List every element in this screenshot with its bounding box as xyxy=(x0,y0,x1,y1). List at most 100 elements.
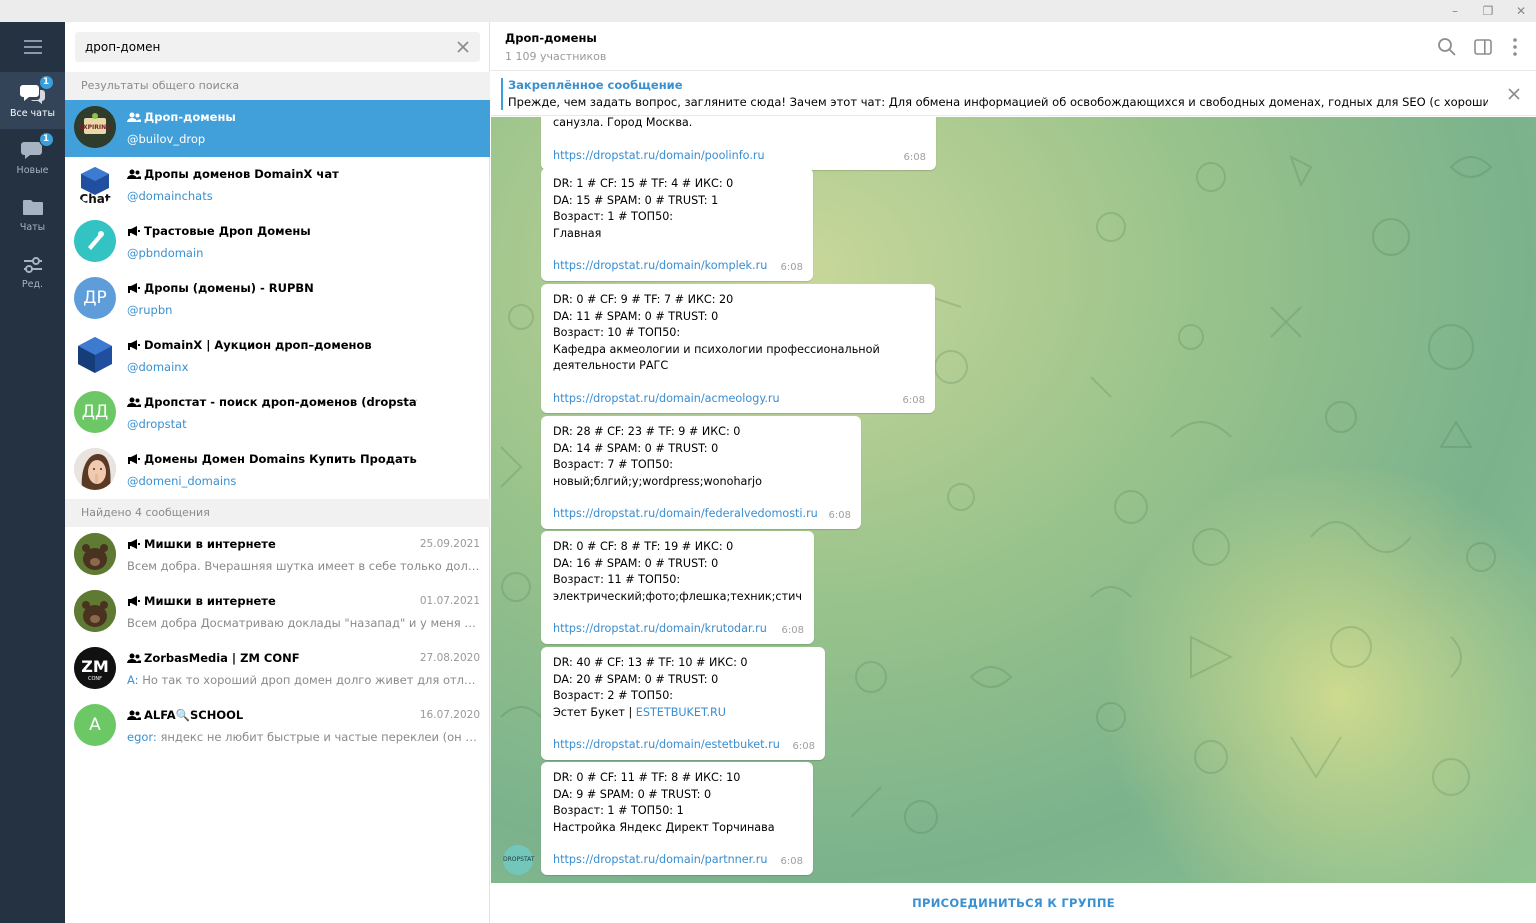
message-result[interactable]: Мишки в интернете 25.09.2021 Всем добра.… xyxy=(65,527,490,584)
more-options-icon[interactable] xyxy=(1504,36,1526,58)
clear-search-icon[interactable] xyxy=(454,38,472,56)
avatar: Chat xyxy=(74,163,116,205)
message-time: 6:08 xyxy=(780,856,803,867)
pinned-title: Закреплённое сообщение xyxy=(508,78,683,92)
unread-badge: 1 xyxy=(38,75,54,90)
chat-title[interactable]: Дроп-домены xyxy=(505,31,597,45)
message-date: 16.07.2020 xyxy=(419,709,480,721)
result-pbndomain[interactable]: Трастовые Дроп Домены @pbndomain xyxy=(65,214,490,271)
sender-avatar[interactable]: DROPSTAT xyxy=(503,845,534,875)
message-inline-link[interactable]: ESTETBUKET.RU xyxy=(636,706,726,719)
result-title: Дропы (домены) - RUPBN xyxy=(127,281,417,295)
message-time: 6:08 xyxy=(903,151,926,163)
avatar xyxy=(74,533,116,575)
minimize-button[interactable]: – xyxy=(1440,2,1470,20)
message-sender: egor: xyxy=(127,730,157,744)
message-bubble[interactable]: DR: 0 # CF: 8 # TF: 19 # ИКС: 0 DA: 16 #… xyxy=(541,531,814,644)
channel-icon xyxy=(128,226,140,236)
chat-header[interactable]: Дроп-домены 1 109 участников xyxy=(491,22,1536,71)
result-rupbn[interactable]: ДР Дропы (домены) - RUPBN @rupbn xyxy=(65,271,490,328)
avatar xyxy=(74,590,116,632)
message-bubble[interactable]: DR: 0 # CF: 9 # TF: 7 # ИКС: 20 DA: 11 #… xyxy=(541,284,935,413)
result-handle: @builov_drop xyxy=(127,132,206,146)
result-title: Дропстат - поиск дроп-доменов (dropstat.… xyxy=(127,395,417,409)
chat-bubble-icon: 1 xyxy=(20,132,54,162)
main-menu-button[interactable] xyxy=(0,22,65,72)
message-link[interactable]: https://dropstat.ru/domain/federalvedomo… xyxy=(553,506,849,523)
search-results-panel: Результаты общего поиска EXPIRING Дроп-д… xyxy=(65,22,490,923)
svg-text:Chat: Chat xyxy=(79,192,110,205)
message-time: 6:08 xyxy=(902,394,925,406)
pinned-text: Прежде, чем задать вопрос, загляните сюд… xyxy=(508,95,1488,109)
message-link[interactable]: https://dropstat.ru/domain/partnner.ru xyxy=(553,852,801,869)
message-snippet: Всем добра. Вчерашняя шутка имеет в себе… xyxy=(127,559,481,573)
search-input[interactable] xyxy=(85,32,445,62)
result-domainx[interactable]: DomainX | Аукцион дроп–доменов @domainx xyxy=(65,328,490,385)
sidebar-toggle-icon[interactable] xyxy=(1472,36,1494,58)
message-bubble[interactable]: DR: 1 # CF: 15 # TF: 4 # ИКС: 0 DA: 15 #… xyxy=(541,168,813,281)
svg-text:CONF: CONF xyxy=(88,676,102,682)
result-dropdomeny[interactable]: EXPIRING Дроп-домены @builov_drop xyxy=(65,100,490,157)
folder-new[interactable]: 1 Новые xyxy=(0,129,65,186)
messages-results-header: Найдено 4 сообщения xyxy=(65,499,490,527)
close-window-button[interactable]: ✕ xyxy=(1506,2,1536,20)
avatar xyxy=(74,448,116,490)
folder-all-chats[interactable]: 1 Все чаты xyxy=(0,72,65,129)
folder-chats[interactable]: Чаты xyxy=(0,186,65,243)
folders-rail: 1 Все чаты 1 Новые Чаты Ред. xyxy=(0,22,65,923)
group-icon xyxy=(127,653,141,663)
result-title: Дропы доменов DomainX чат xyxy=(127,167,417,181)
chat-messages-area[interactable]: санузла. Город Москва. https://dropstat.… xyxy=(491,117,1536,883)
result-title: Мишки в интернете xyxy=(127,594,417,608)
avatar: ZM CONF xyxy=(74,647,116,689)
pin-accent xyxy=(501,78,503,110)
avatar xyxy=(74,334,116,376)
hamburger-icon xyxy=(23,40,42,54)
window-titlebar: – ❐ ✕ xyxy=(0,0,1536,22)
unread-badge: 1 xyxy=(38,132,54,147)
chats-icon: 1 xyxy=(19,75,54,105)
restore-button[interactable]: ❐ xyxy=(1473,2,1503,20)
result-handle: @domainchats xyxy=(127,189,213,203)
message-date: 27.08.2020 xyxy=(419,652,480,664)
folder-label: Чаты xyxy=(19,222,46,233)
search-icon[interactable] xyxy=(1436,36,1458,58)
message-link[interactable]: https://dropstat.ru/domain/acmeology.ru xyxy=(553,391,923,408)
folder-label: Ред. xyxy=(21,279,44,290)
result-title: ZorbasMedia | ZM CONF xyxy=(127,651,417,665)
message-snippet: egor: яндекс не любит быстрые и частые п… xyxy=(127,730,481,744)
channel-icon xyxy=(128,283,140,293)
group-icon xyxy=(127,169,141,179)
message-result[interactable]: ZM CONF ZorbasMedia | ZM CONF 27.08.2020 … xyxy=(65,641,490,698)
channel-icon xyxy=(128,454,140,464)
svg-text:EXPIRING: EXPIRING xyxy=(79,124,111,131)
result-title: Домены Домен Domains Купить Продать Дроп… xyxy=(127,452,417,466)
pinned-message-bar[interactable]: Закреплённое сообщение Прежде, чем задат… xyxy=(491,72,1536,116)
message-link[interactable]: https://dropstat.ru/domain/poolinfo.ru xyxy=(553,148,924,165)
close-icon[interactable] xyxy=(1506,86,1522,102)
result-handle: @rupbn xyxy=(127,303,173,317)
message-link[interactable]: https://dropstat.ru/domain/estetbuket.ru xyxy=(553,737,813,754)
avatar: A xyxy=(74,704,116,746)
group-icon xyxy=(127,112,141,122)
result-handle: @domeni_domains xyxy=(127,474,237,488)
message-result[interactable]: Мишки в интернете 01.07.2021 Всем добра … xyxy=(65,584,490,641)
message-result[interactable]: A ALFA🔍SCHOOL 16.07.2020 egor: яндекс не… xyxy=(65,698,490,755)
join-group-button[interactable]: ПРИСОЕДИНИТЬСЯ К ГРУППЕ xyxy=(491,883,1536,923)
result-dropstat[interactable]: ДД Дропстат - поиск дроп-доменов (dropst… xyxy=(65,385,490,442)
message-link[interactable]: https://dropstat.ru/domain/komplek.ru xyxy=(553,258,801,275)
message-link[interactable]: https://dropstat.ru/domain/krutodar.ru xyxy=(553,621,802,638)
message-bubble[interactable]: DR: 28 # CF: 23 # TF: 9 # ИКС: 0 DA: 14 … xyxy=(541,416,861,529)
message-date: 25.09.2021 xyxy=(419,538,480,550)
folder-edit[interactable]: Ред. xyxy=(0,243,65,300)
message-date: 01.07.2021 xyxy=(419,595,480,607)
message-bubble[interactable]: DR: 40 # CF: 13 # TF: 10 # ИКС: 0 DA: 20… xyxy=(541,647,825,760)
folder-label: Новые xyxy=(16,165,49,176)
result-title: Трастовые Дроп Домены xyxy=(127,224,417,238)
message-sender: A: xyxy=(127,673,139,687)
result-domeni-domains[interactable]: Домены Домен Domains Купить Продать Дроп… xyxy=(65,442,490,499)
result-domainchats[interactable]: Chat Дропы доменов DomainX чат @domainch… xyxy=(65,157,490,214)
message-bubble[interactable]: DR: 0 # CF: 11 # TF: 8 # ИКС: 10 DA: 9 #… xyxy=(541,762,813,875)
message-bubble[interactable]: санузла. Город Москва. https://dropstat.… xyxy=(541,117,936,170)
result-title: Дроп-домены xyxy=(127,110,417,124)
